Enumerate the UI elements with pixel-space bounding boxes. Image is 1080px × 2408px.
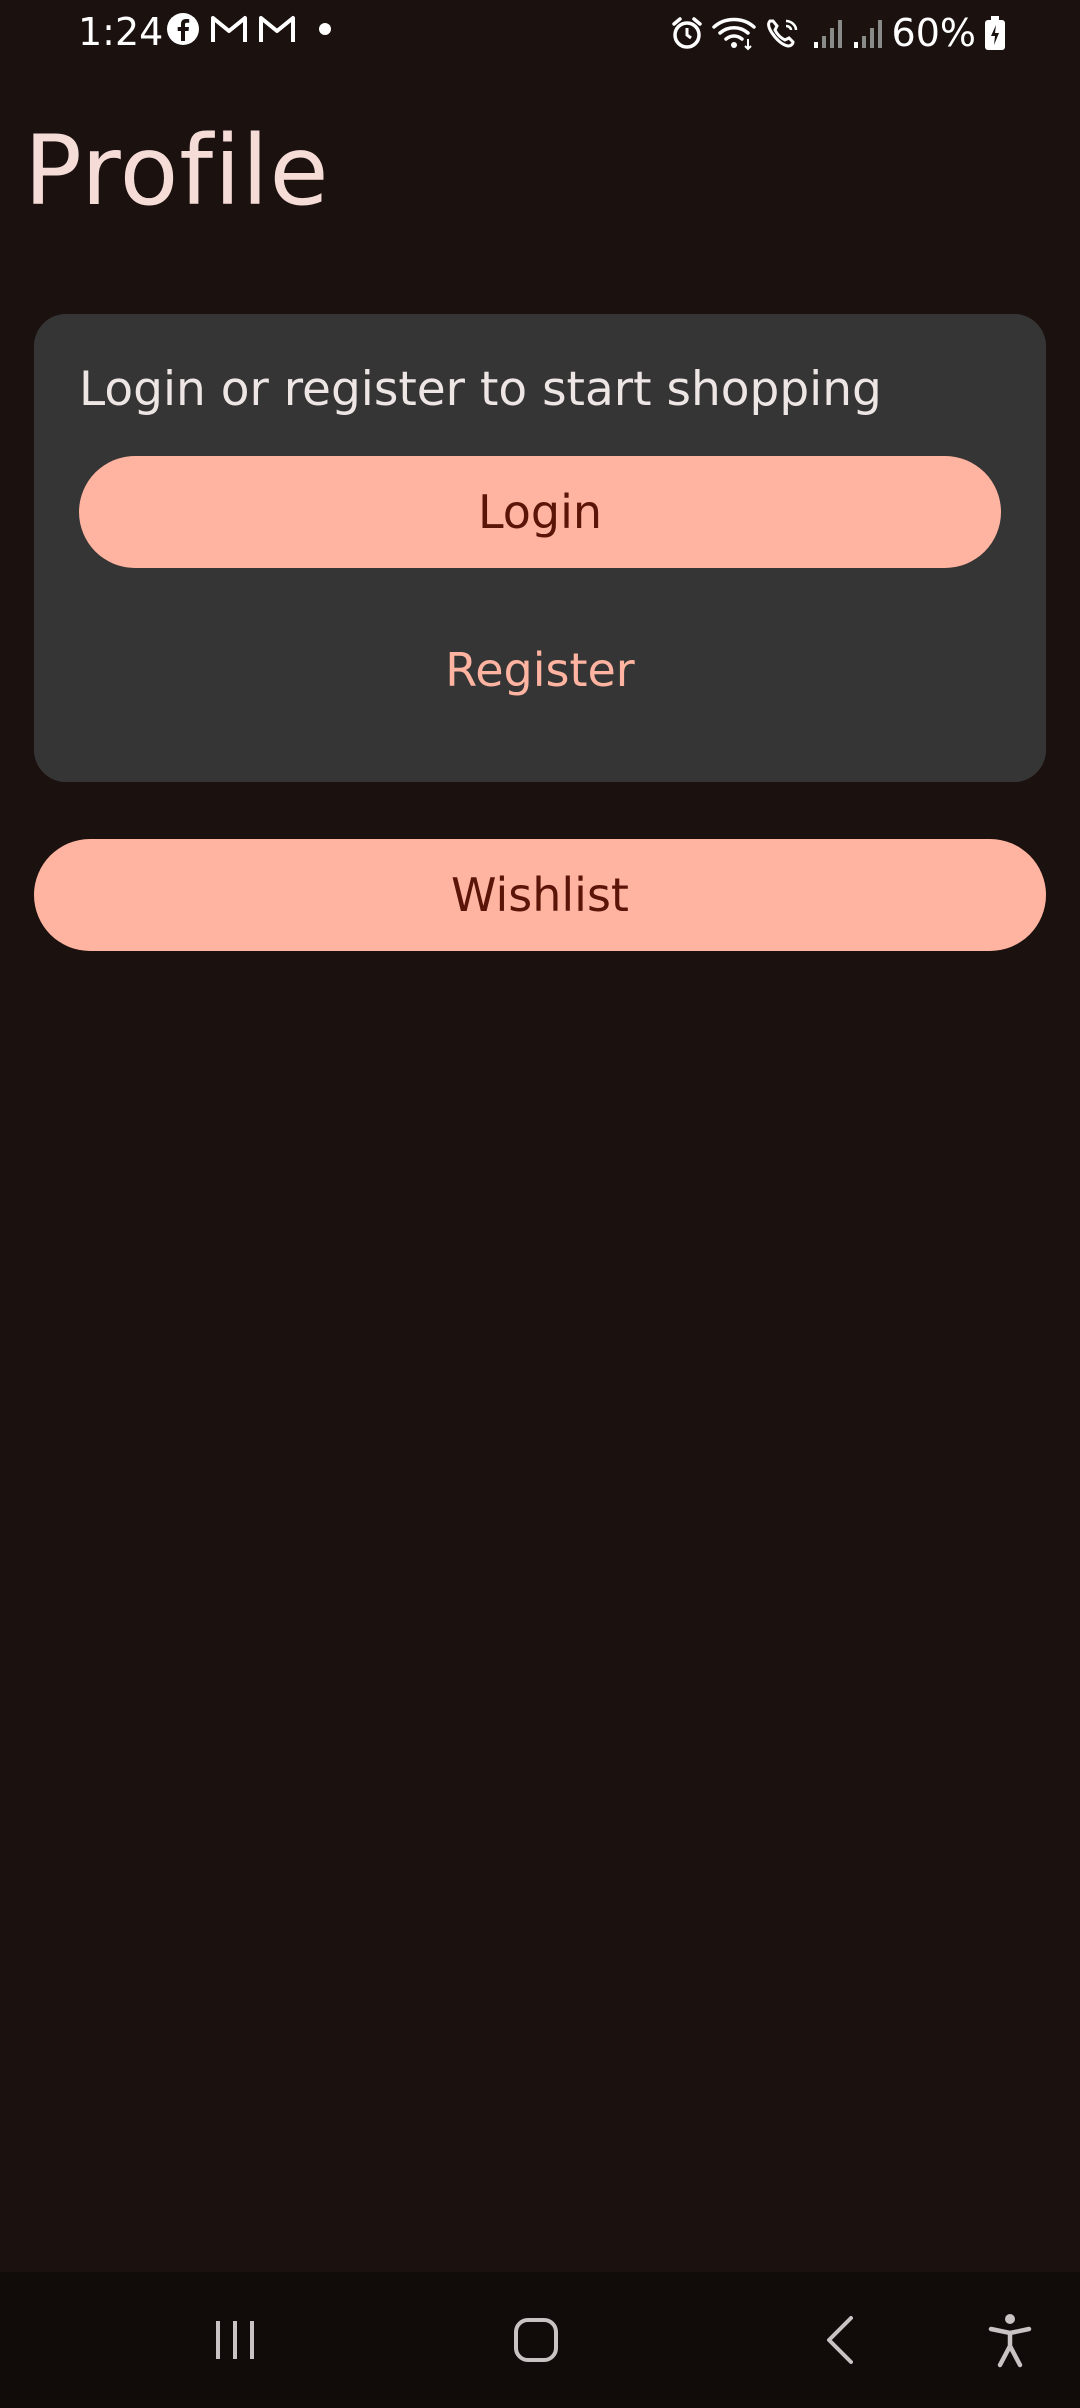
back-icon (823, 2314, 857, 2366)
wishlist-button[interactable]: Wishlist (34, 839, 1046, 951)
signal-icon (812, 16, 844, 50)
wifi-icon (711, 15, 756, 51)
accessibility-button[interactable] (940, 2272, 1080, 2408)
notification-dot-icon (318, 22, 332, 36)
gmail-icon (210, 13, 248, 45)
signal-icon (852, 16, 884, 50)
auth-prompt-text: Login or register to start shopping (79, 362, 882, 417)
login-button-label: Login (477, 485, 603, 539)
page-title: Profile (24, 115, 330, 227)
recent-apps-button[interactable] (165, 2272, 305, 2408)
battery-charging-icon (984, 15, 1006, 51)
login-button[interactable]: Login (79, 456, 1001, 568)
back-button[interactable] (770, 2272, 910, 2408)
wifi-calling-icon (764, 15, 804, 51)
status-system-icons: 60% (670, 10, 1006, 56)
home-icon (512, 2316, 560, 2364)
register-button[interactable]: Register (79, 620, 1001, 720)
alarm-icon (670, 16, 704, 50)
facebook-icon (166, 12, 200, 46)
status-bar: 1:24 60% (0, 0, 1080, 64)
recent-apps-icon (212, 2319, 258, 2361)
auth-card: Login or register to start shopping Logi… (34, 314, 1046, 782)
register-button-label: Register (445, 643, 635, 697)
accessibility-icon (988, 2312, 1032, 2368)
wishlist-button-label: Wishlist (451, 868, 629, 922)
status-notification-icons (166, 12, 332, 46)
system-nav-bar (0, 2272, 1080, 2408)
gmail-icon (258, 13, 296, 45)
battery-percent: 60% (891, 11, 976, 55)
home-button[interactable] (466, 2272, 606, 2408)
status-time: 1:24 (78, 10, 164, 54)
